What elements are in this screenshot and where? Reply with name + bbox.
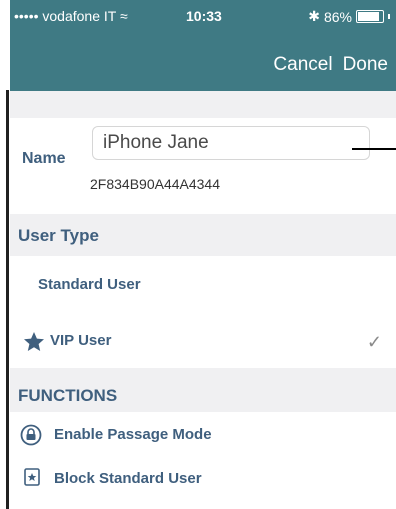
time-text: 10:33 bbox=[186, 8, 222, 24]
left-edge-line bbox=[6, 90, 9, 509]
enable-passage-mode-item[interactable]: Enable Passage Mode bbox=[10, 412, 396, 456]
checkmark-icon: ✓ bbox=[366, 332, 382, 352]
battery-indicator: ✱ 86% bbox=[308, 8, 390, 25]
user-type-header: User Type bbox=[10, 214, 396, 256]
user-type-title: User Type bbox=[18, 226, 99, 245]
functions-header: FUNCTIONS bbox=[10, 368, 396, 412]
status-bar: ••••• vodafone IT ≈ 10:33 ✱ 86% bbox=[10, 0, 396, 30]
name-input[interactable] bbox=[92, 126, 370, 160]
star-icon bbox=[24, 332, 44, 351]
name-row: Name 2F834B90A44A4344 bbox=[10, 118, 396, 202]
done-button[interactable]: Done bbox=[343, 54, 388, 76]
enable-passage-mode-label: Enable Passage Mode bbox=[54, 426, 212, 443]
cancel-button[interactable]: Cancel bbox=[273, 54, 332, 76]
lock-icon bbox=[20, 424, 42, 446]
vip-user-option[interactable]: VIP User ✓ bbox=[10, 312, 396, 368]
battery-tip bbox=[388, 14, 390, 19]
nav-actions: Cancel Done bbox=[273, 54, 388, 76]
battery-icon bbox=[356, 10, 384, 23]
annotation-pointer-line bbox=[352, 148, 396, 150]
functions-title: FUNCTIONS bbox=[18, 386, 118, 405]
block-standard-user-label: Block Standard User bbox=[54, 470, 202, 487]
bluetooth-icon: ✱ bbox=[308, 8, 320, 24]
battery-percent: 86% bbox=[323, 8, 352, 25]
carrier-text: ••••• vodafone IT ≈ bbox=[14, 8, 128, 24]
battery-fill bbox=[358, 12, 379, 21]
name-label: Name bbox=[22, 150, 66, 167]
block-standard-user-item[interactable]: Block Standard User bbox=[10, 456, 396, 500]
standard-user-option[interactable]: Standard User bbox=[10, 256, 396, 312]
standard-user-label: Standard User bbox=[38, 276, 141, 293]
edit-user-screen: ••••• vodafone IT ≈ 10:33 ✱ 86% Cancel D… bbox=[0, 0, 396, 509]
device-id: 2F834B90A44A4344 bbox=[90, 176, 220, 192]
vip-user-label: VIP User bbox=[50, 332, 112, 349]
top-spacer bbox=[10, 91, 396, 118]
star-box-icon bbox=[24, 468, 40, 486]
header: ••••• vodafone IT ≈ 10:33 ✱ 86% Cancel D… bbox=[10, 0, 396, 91]
